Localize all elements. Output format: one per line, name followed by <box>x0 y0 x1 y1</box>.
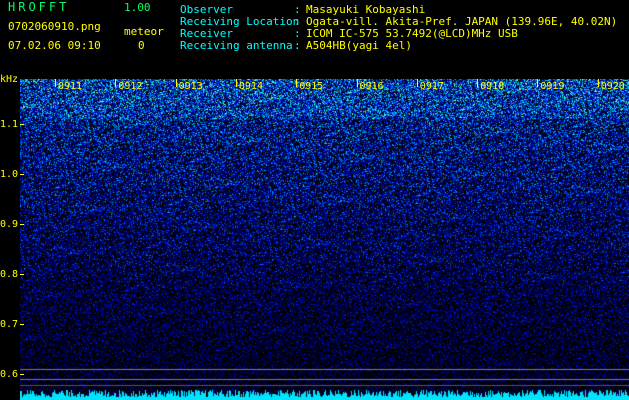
image-filename: 0702060910.png <box>8 20 101 33</box>
y-tick-mark <box>20 274 24 275</box>
y-tick-label: 0.6 <box>0 369 19 380</box>
app-title: HROFFT <box>8 0 70 14</box>
y-tick-mark <box>20 124 24 125</box>
y-tick-mark <box>20 224 24 225</box>
x-tick-label: 0911 <box>58 81 83 92</box>
x-tick-label: 0918 <box>480 81 505 92</box>
x-tick-mark <box>537 79 539 87</box>
x-tick-label: 0914 <box>238 81 263 92</box>
x-tick-mark <box>597 79 599 87</box>
spectrogram-canvas <box>20 79 629 400</box>
x-tick-label: 0912 <box>118 81 143 92</box>
x-tick-label: 0920 <box>600 81 625 92</box>
x-tick-label: 0919 <box>540 81 565 92</box>
y-tick-mark <box>20 174 24 175</box>
y-tick-label: 0.8 <box>0 269 19 280</box>
antenna-separator: : <box>294 39 301 52</box>
antenna-label: Receiving antenna <box>180 39 293 52</box>
x-tick-label: 0916 <box>359 81 384 92</box>
x-tick-mark <box>356 79 358 87</box>
y-tick-mark <box>20 324 24 325</box>
x-tick-label: 0917 <box>419 81 444 92</box>
x-tick-mark <box>115 79 117 87</box>
y-tick-label: 0.9 <box>0 219 19 230</box>
x-tick-mark <box>55 79 56 87</box>
y-tick-label: 1.0 <box>0 169 19 180</box>
x-tick-mark <box>477 79 479 87</box>
x-tick-label: 0913 <box>178 81 203 92</box>
y-tick-label: 1.1 <box>0 119 19 130</box>
meteor-count-label: meteor <box>124 25 164 38</box>
x-tick-mark <box>175 79 177 87</box>
app-version: 1.00 <box>124 1 151 14</box>
y-tick-mark <box>20 374 24 375</box>
meteor-count-value: 0 <box>138 39 145 52</box>
x-tick-mark <box>416 79 418 87</box>
y-tick-label: 0.7 <box>0 319 19 330</box>
x-tick-mark <box>296 79 298 87</box>
spectrogram-plot <box>20 79 629 400</box>
capture-datetime: 07.02.06 09:10 <box>8 39 101 52</box>
x-tick-label: 0915 <box>299 81 324 92</box>
antenna-value: A504HB(yagi 4el) <box>306 39 412 52</box>
x-tick-mark <box>235 79 237 87</box>
y-axis-unit: kHz <box>0 74 19 85</box>
